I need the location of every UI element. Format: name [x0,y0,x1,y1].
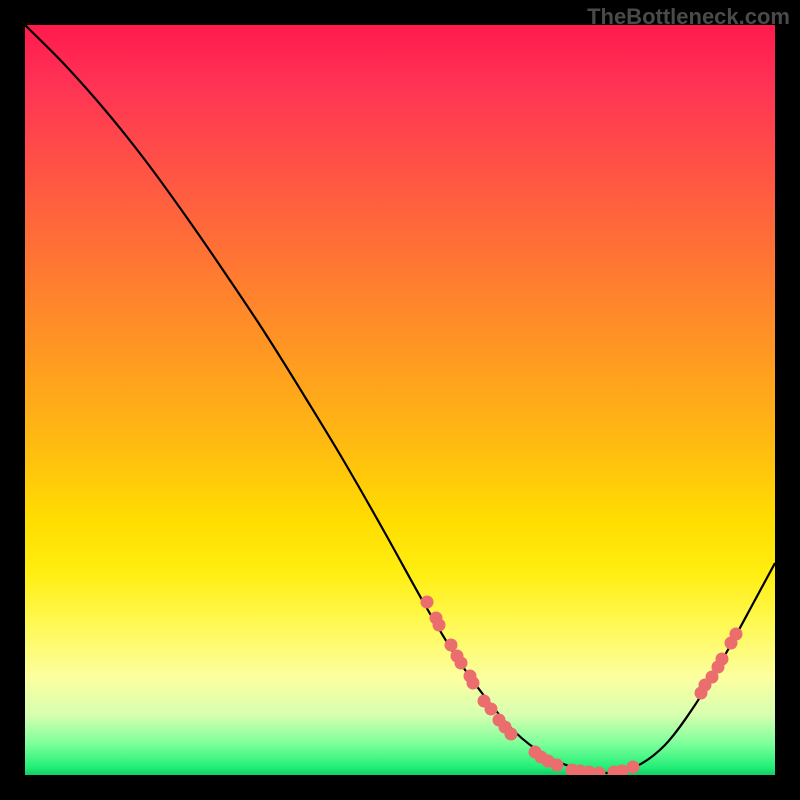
highlight-dot [616,765,629,776]
highlight-dot [593,767,606,776]
highlight-dot [467,677,480,690]
highlight-dot [485,703,498,716]
highlight-dot [505,728,518,741]
plot-overlay-svg [25,25,775,775]
highlight-dot [730,628,743,641]
highlight-dots-group [421,596,743,776]
highlight-dot [716,653,729,666]
highlight-dot [433,619,446,632]
bottleneck-plot [25,25,775,775]
watermark-text: TheBottleneck.com [587,4,790,30]
highlight-dot [627,761,640,774]
highlight-dot [551,759,564,772]
highlight-dot [445,639,458,652]
highlight-dot [421,596,434,609]
bottleneck-curve [25,25,775,773]
highlight-dot [455,657,468,670]
